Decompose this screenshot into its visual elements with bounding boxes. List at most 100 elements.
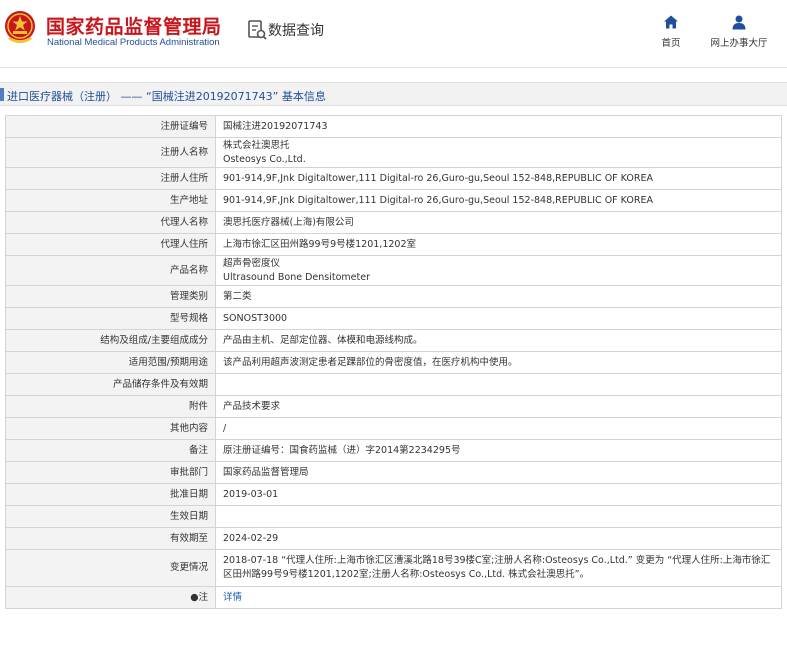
detail-value xyxy=(215,505,782,528)
detail-row: 产品储存条件及有效期 xyxy=(5,373,782,396)
detail-label: 生效日期 xyxy=(5,505,216,528)
detail-label: 产品储存条件及有效期 xyxy=(5,373,216,396)
detail-value: 上海市徐汇区田州路99号9号楼1201,1202室 xyxy=(215,233,782,256)
nav-home-label: 首页 xyxy=(661,38,681,49)
detail-value-line: Osteosys Co.,Ltd. xyxy=(223,153,306,165)
detail-value: 该产品利用超声波测定患者足踝部位的骨密度值，在医疗机构中使用。 xyxy=(215,351,782,374)
detail-value: 国家药品监督管理局 xyxy=(215,461,782,484)
detail-row: 代理人名称 澳思托医疗器械(上海)有限公司 xyxy=(5,211,782,234)
detail-row: 结构及组成/主要组成成分 产品由主机、足部定位器、体模和电源线构成。 xyxy=(5,329,782,352)
detail-label: 注册人名称 xyxy=(5,137,216,168)
user-icon xyxy=(732,15,746,30)
detail-value-line: 2024-02-29 xyxy=(223,532,279,544)
detail-value-line: 上海市徐汇区田州路99号9号楼1201,1202室 xyxy=(223,238,417,250)
detail-value-line: 株式会社澳思托 xyxy=(223,139,290,151)
detail-label: 批准日期 xyxy=(5,483,216,506)
detail-row: 生效日期 xyxy=(5,505,782,528)
detail-row: 代理人住所 上海市徐汇区田州路99号9号楼1201,1202室 xyxy=(5,233,782,256)
detail-label: 代理人住所 xyxy=(5,233,216,256)
national-emblem-icon xyxy=(5,11,35,43)
detail-label: 其他内容 xyxy=(5,417,216,440)
detail-value: 第二类 xyxy=(215,285,782,308)
detail-value: 产品技术要求 xyxy=(215,395,782,418)
detail-value: / xyxy=(215,417,782,440)
detail-value: 原注册证编号：国食药监械（进）字2014第2234295号 xyxy=(215,439,782,462)
detail-label: 结构及组成/主要组成成分 xyxy=(5,329,216,352)
change-history-text: 2018-07-18 “代理人住所:上海市徐汇区漕溪北路18号39楼C室;注册人… xyxy=(223,555,771,580)
detail-row: 型号规格 SONOST3000 xyxy=(5,307,782,330)
detail-row: 有效期至 2024-02-29 xyxy=(5,527,782,550)
detail-value: 澳思托医疗器械(上海)有限公司 xyxy=(215,211,782,234)
detail-value: 2018-07-18 “代理人住所:上海市徐汇区漕溪北路18号39楼C室;注册人… xyxy=(215,549,782,587)
detail-value: 2019-03-01 xyxy=(215,483,782,506)
detail-label: 注册人住所 xyxy=(5,167,216,190)
detail-label: 型号规格 xyxy=(5,307,216,330)
detail-value-line: 901-914,9F,Jnk Digitaltower,111 Digital-… xyxy=(223,172,653,184)
site-header: 国家药品监督管理局 National Medical Products Admi… xyxy=(0,0,787,68)
detail-row: 注册人名称 株式会社澳思托 Osteosys Co.,Ltd. xyxy=(5,137,782,168)
detail-label: 有效期至 xyxy=(5,527,216,550)
detail-value-line: 国家药品监督管理局 xyxy=(223,466,309,478)
detail-label: 备注 xyxy=(5,439,216,462)
detail-value: 2024-02-29 xyxy=(215,527,782,550)
detail-value: 901-914,9F,Jnk Digitaltower,111 Digital-… xyxy=(215,167,782,190)
detail-value: 产品由主机、足部定位器、体模和电源线构成。 xyxy=(215,329,782,352)
site-name-cn[interactable]: 国家药品监督管理局 xyxy=(46,12,222,39)
nav-online-hall[interactable]: 网上办事大厅 xyxy=(706,14,772,49)
site-name-en[interactable]: National Medical Products Administration xyxy=(47,37,220,48)
detail-value xyxy=(215,373,782,396)
section-label: 数据查询 xyxy=(268,23,324,39)
nav-home[interactable]: 首页 xyxy=(655,14,687,49)
detail-value-line: 国械注进20192071743 xyxy=(223,120,328,132)
detail-label: 审批部门 xyxy=(5,461,216,484)
detail-label: 注册证编号 xyxy=(5,115,216,138)
detail-row: 生产地址 901-914,9F,Jnk Digitaltower,111 Digi… xyxy=(5,189,782,212)
page-title: 进口医疗器械（注册） —— “国械注进20192071743” 基本信息 xyxy=(7,90,326,103)
detail-row: 其他内容 / xyxy=(5,417,782,440)
detail-value-line: 2019-03-01 xyxy=(223,488,279,500)
detail-label: ●注 xyxy=(5,586,216,609)
detail-label: 管理类别 xyxy=(5,285,216,308)
detail-value-line: 该产品利用超声波测定患者足踝部位的骨密度值，在医疗机构中使用。 xyxy=(223,356,518,368)
data-search-icon xyxy=(248,20,267,40)
detail-row: 备注 原注册证编号：国食药监械（进）字2014第2234295号 xyxy=(5,439,782,462)
detail-value-line: 产品由主机、足部定位器、体模和电源线构成。 xyxy=(223,334,423,346)
detail-value-line: SONOST3000 xyxy=(223,312,288,324)
title-marker xyxy=(0,88,4,101)
nav-online-hall-label: 网上办事大厅 xyxy=(710,38,768,49)
detail-row: ●注 详情 xyxy=(5,586,782,609)
detail-value-line: / xyxy=(223,422,227,434)
page-title-bar: 进口医疗器械（注册） —— “国械注进20192071743” 基本信息 xyxy=(0,82,787,106)
detail-value: 详情 xyxy=(215,586,782,609)
home-icon xyxy=(664,15,678,29)
detail-value: 国械注进20192071743 xyxy=(215,115,782,138)
detail-label: 生产地址 xyxy=(5,189,216,212)
detail-label: 代理人名称 xyxy=(5,211,216,234)
detail-row: 附件 产品技术要求 xyxy=(5,395,782,418)
detail-value-line: 澳思托医疗器械(上海)有限公司 xyxy=(223,216,354,228)
detail-row: 产品名称 超声骨密度仪 Ultrasound Bone Densitometer xyxy=(5,255,782,286)
detail-value-line: 第二类 xyxy=(223,290,252,302)
detail-row: 审批部门 国家药品监督管理局 xyxy=(5,461,782,484)
detail-value: 901-914,9F,Jnk Digitaltower,111 Digital-… xyxy=(215,189,782,212)
detail-table: 注册证编号 国械注进20192071743 注册人名称 株式会社澳思托 Osteosys… xyxy=(5,115,782,609)
detail-value-line: 超声骨密度仪 xyxy=(223,257,281,269)
detail-row: 注册证编号 国械注进20192071743 xyxy=(5,115,782,138)
detail-row: 批准日期 2019-03-01 xyxy=(5,483,782,506)
detail-row: 变更情况 2018-07-18 “代理人住所:上海市徐汇区漕溪北路18号39楼C室… xyxy=(5,549,782,587)
detail-label: 适用范围/预期用途 xyxy=(5,351,216,374)
detail-value-line: 产品技术要求 xyxy=(223,400,281,412)
detail-label: 变更情况 xyxy=(5,549,216,587)
detail-value-line: 901-914,9F,Jnk Digitaltower,111 Digital-… xyxy=(223,194,653,206)
detail-row: 注册人住所 901-914,9F,Jnk Digitaltower,111 Dig… xyxy=(5,167,782,190)
details-link[interactable]: 详情 xyxy=(223,592,242,603)
detail-value: 超声骨密度仪 Ultrasound Bone Densitometer xyxy=(215,255,782,286)
header-divider xyxy=(0,67,787,68)
detail-row: 管理类别 第二类 xyxy=(5,285,782,308)
detail-label: 产品名称 xyxy=(5,255,216,286)
detail-label: 附件 xyxy=(5,395,216,418)
detail-value: SONOST3000 xyxy=(215,307,782,330)
detail-value-line: 原注册证编号：国食药监械（进）字2014第2234295号 xyxy=(223,444,461,456)
detail-value-line: Ultrasound Bone Densitometer xyxy=(223,271,370,283)
detail-value: 株式会社澳思托 Osteosys Co.,Ltd. xyxy=(215,137,782,168)
